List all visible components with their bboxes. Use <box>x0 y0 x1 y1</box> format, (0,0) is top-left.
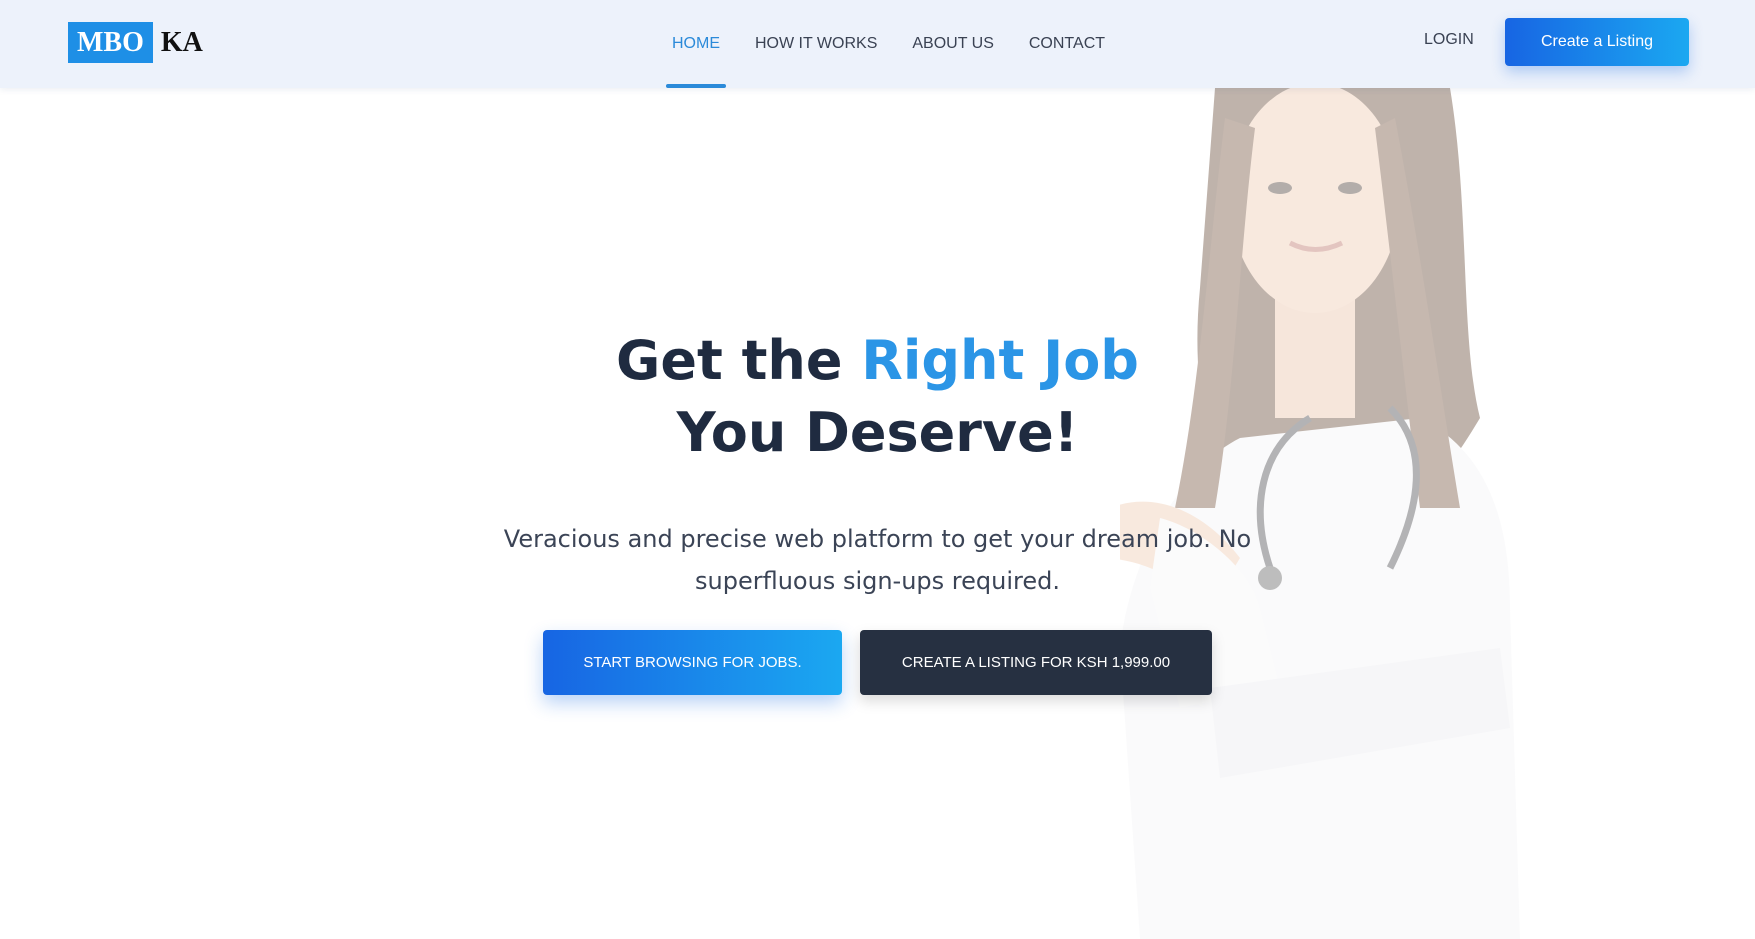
nav-home[interactable]: HOME <box>666 0 726 88</box>
create-listing-button[interactable]: Create a Listing <box>1505 18 1689 66</box>
nav-contact[interactable]: CONTACT <box>1029 0 1105 88</box>
logo-text: KA <box>160 26 203 58</box>
logo-box: MBO <box>68 22 153 63</box>
nav-how-it-works[interactable]: HOW IT WORKS <box>755 0 877 88</box>
hero-headline-line2: You Deserve! <box>676 401 1079 464</box>
start-browsing-button[interactable]: START BROWSING FOR JOBS. <box>543 630 842 695</box>
nav-about-us[interactable]: ABOUT US <box>912 0 994 88</box>
headline-prefix: Get the <box>616 329 862 392</box>
hero-subtitle: Veracious and precise web platform to ge… <box>503 525 1252 595</box>
login-link[interactable]: LOGIN <box>1424 0 1474 80</box>
site-logo[interactable]: MBO KA <box>68 22 203 63</box>
create-listing-price-button[interactable]: CREATE A LISTING FOR KSH 1,999.00 <box>860 630 1212 695</box>
main-nav: HOME HOW IT WORKS ABOUT US CONTACT <box>666 0 1140 88</box>
headline-highlight: Right Job <box>861 329 1139 392</box>
site-header: MBO KA HOME HOW IT WORKS ABOUT US CONTAC… <box>0 0 1755 88</box>
hero-section: Get the Right Job You Deserve! Veracious… <box>0 0 1755 939</box>
hero-headline-line1: Get the Right Job <box>0 325 1755 397</box>
